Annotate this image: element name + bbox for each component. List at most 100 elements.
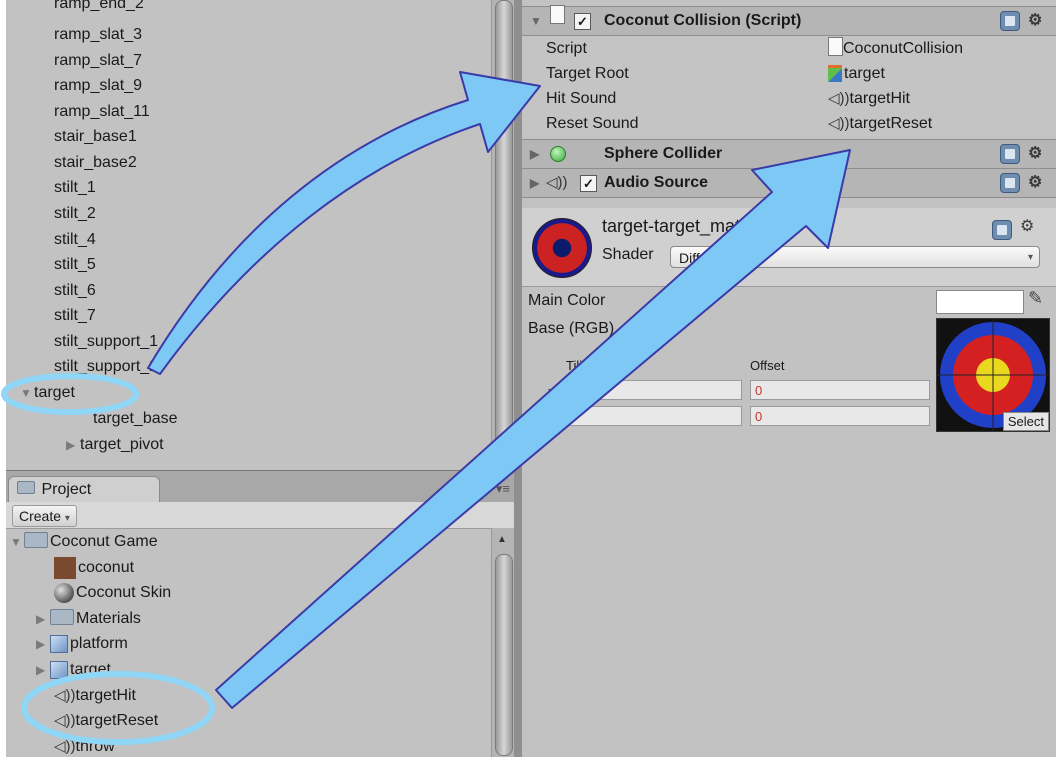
material-header: target-target_material_2 Shader Diffuse … [522,208,1056,287]
project-item-targethit[interactable]: ◁))targetHit [54,683,136,709]
hierarchy-item-stair-base1[interactable]: stair_base1 [54,124,137,150]
hierarchy-item-stilt-support-2[interactable]: stilt_support_2 [54,354,158,380]
collapsed-triangle-icon[interactable]: ▶ [36,657,50,683]
hierarchy-item-ramp-slat-9[interactable]: ramp_slat_9 [54,73,142,99]
audio-icon: ◁)) [828,115,850,132]
inspector-panel: ▼ ✓ Coconut Collision (Script) ⚙ Script … [522,0,1056,757]
gear-icon[interactable]: ⚙ [1028,7,1042,35]
collapsed-triangle-icon[interactable]: ▶ [530,169,539,197]
gear-icon[interactable]: ⚙ [1028,169,1042,197]
prop-value-target-root[interactable]: target [828,61,885,86]
hierarchy-item-label: target_pivot [80,436,164,453]
hierarchy-item-ramp-slat-7[interactable]: ramp_slat_7 [54,48,142,74]
hierarchy-scroll-thumb[interactable] [495,0,513,452]
project-item-coconut[interactable]: coconut [54,555,134,581]
component-enabled-checkbox[interactable]: ✓ [580,175,597,192]
gameobject-cube-icon [828,65,842,83]
collapsed-triangle-icon[interactable]: ▶ [530,140,539,168]
dropdown-arrow-icon: ▾ [1027,252,1033,263]
folder-icon [50,608,74,625]
material-name: target-target_material_2 [602,216,795,236]
expanded-triangle-icon[interactable]: ▼ [10,529,24,555]
component-header-audio-source[interactable]: ▶ ◁)) ✓ Audio Source ⚙ [522,168,1056,198]
project-item-platform[interactable]: ▶ platform [36,631,128,657]
help-icon[interactable] [992,220,1012,240]
project-item-throw[interactable]: ◁))throw [54,734,115,760]
select-button[interactable]: Select [1002,412,1049,431]
component-title: Sphere Collider [604,145,723,162]
hierarchy-item-stilt-5[interactable]: stilt_5 [54,252,96,278]
prop-value-text: CoconutCollision [843,40,964,57]
hierarchy-item-ramp-end-2[interactable]: ramp_end_2 [54,0,144,17]
panel-divider[interactable] [514,0,522,757]
project-item-label: throw [75,738,115,755]
hierarchy-item-ramp-slat-11[interactable]: ramp_slat_11 [54,99,150,125]
hierarchy-item-stilt-2[interactable]: stilt_2 [54,201,96,227]
audio-icon: ◁)) [54,687,76,704]
help-icon[interactable] [1000,173,1020,193]
hierarchy-panel: ramp_end_2 ramp_slat_3 ramp_slat_7 ramp_… [6,0,514,470]
hierarchy-item-stilt-6[interactable]: stilt_6 [54,278,96,304]
prefab-icon [50,634,68,653]
texture-slot[interactable]: Select [936,318,1050,432]
material-preview-sphere [532,218,592,278]
script-icon [828,37,843,57]
shader-dropdown[interactable]: Diffuse ▾ [670,246,1040,268]
project-scrollbar[interactable]: ▲ [491,528,514,757]
collapsed-triangle-icon[interactable]: ▶ [36,606,50,632]
main-color-swatch[interactable] [936,290,1024,314]
component-header-sphere-collider[interactable]: ▶ Sphere Collider ⚙ [522,139,1056,169]
prop-value-reset-sound[interactable]: ◁))targetReset [828,111,932,136]
project-item-coconut-game[interactable]: ▼ Coconut Game [10,529,158,555]
hierarchy-item-stilt-support-1[interactable]: stilt_support_1 [54,329,158,355]
tiling-y-field[interactable] [566,406,742,426]
hierarchy-item-stair-base2[interactable]: stair_base2 [54,150,137,176]
hierarchy-item-stilt-7[interactable]: stilt_7 [54,303,96,329]
prop-value-text: target [844,65,885,82]
hierarchy-item-ramp-slat-3[interactable]: ramp_slat_3 [54,22,142,48]
audio-icon: ◁)) [54,738,76,755]
prop-value-hit-sound[interactable]: ◁))targetHit [828,86,910,111]
prop-value-script[interactable]: CoconutCollision [828,36,963,61]
project-item-target[interactable]: ▶ target [36,657,111,683]
gear-icon[interactable]: ⚙ [1028,140,1042,168]
hierarchy-item-target-base[interactable]: target_base [93,406,178,432]
project-item-label: Coconut Game [50,533,158,550]
hierarchy-item-target[interactable]: ▼ target [20,380,75,406]
tiling-x-field[interactable]: 1 [566,380,742,400]
dropdown-arrow-icon: ▾ [64,513,70,524]
help-icon[interactable] [1000,11,1020,31]
collapsed-triangle-icon[interactable]: ▶ [36,631,50,657]
collapsed-triangle-icon[interactable]: ▶ [66,432,80,458]
shader-label: Shader [602,246,654,263]
gear-icon[interactable]: ⚙ [1020,216,1034,236]
tab-project[interactable]: Project [8,476,160,503]
offset-y-field[interactable]: 0 [750,406,930,426]
prefab-icon [50,660,68,679]
help-icon[interactable] [1000,144,1020,164]
component-enabled-checkbox[interactable]: ✓ [574,13,591,30]
expanded-triangle-icon[interactable]: ▼ [20,380,34,406]
project-item-label: Coconut Skin [76,584,172,601]
eyedropper-icon[interactable]: ✎ [1028,288,1043,309]
hierarchy-item-target-pivot[interactable]: ▶ target_pivot [66,432,164,458]
collider-icon [550,146,566,162]
project-item-label: target [70,661,111,678]
project-item-coconut-skin[interactable]: Coconut Skin [54,580,171,606]
create-button[interactable]: Create ▾ [12,505,77,527]
project-item-materials[interactable]: ▶ Materials [36,606,141,632]
left-panel: ramp_end_2 ramp_slat_3 ramp_slat_7 ramp_… [6,0,514,757]
component-header-coconut-collision[interactable]: ▼ ✓ Coconut Collision (Script) ⚙ [522,5,1056,36]
prop-value-text: targetReset [849,115,933,132]
script-icon [550,5,565,24]
hierarchy-item-stilt-4[interactable]: stilt_4 [54,227,96,253]
expanded-triangle-icon[interactable]: ▼ [530,7,542,35]
project-item-targetreset[interactable]: ◁))targetReset [54,708,158,734]
panel-menu-icon[interactable]: ▾≡ [496,481,510,497]
prop-label-hit-sound: Hit Sound [546,90,617,107]
project-scroll-thumb[interactable] [495,554,513,756]
offset-x-field[interactable]: 0 [750,380,930,400]
hierarchy-item-stilt-1[interactable]: stilt_1 [54,175,96,201]
hierarchy-scrollbar[interactable] [491,0,514,470]
scroll-up-arrow-icon[interactable]: ▲ [497,534,507,545]
